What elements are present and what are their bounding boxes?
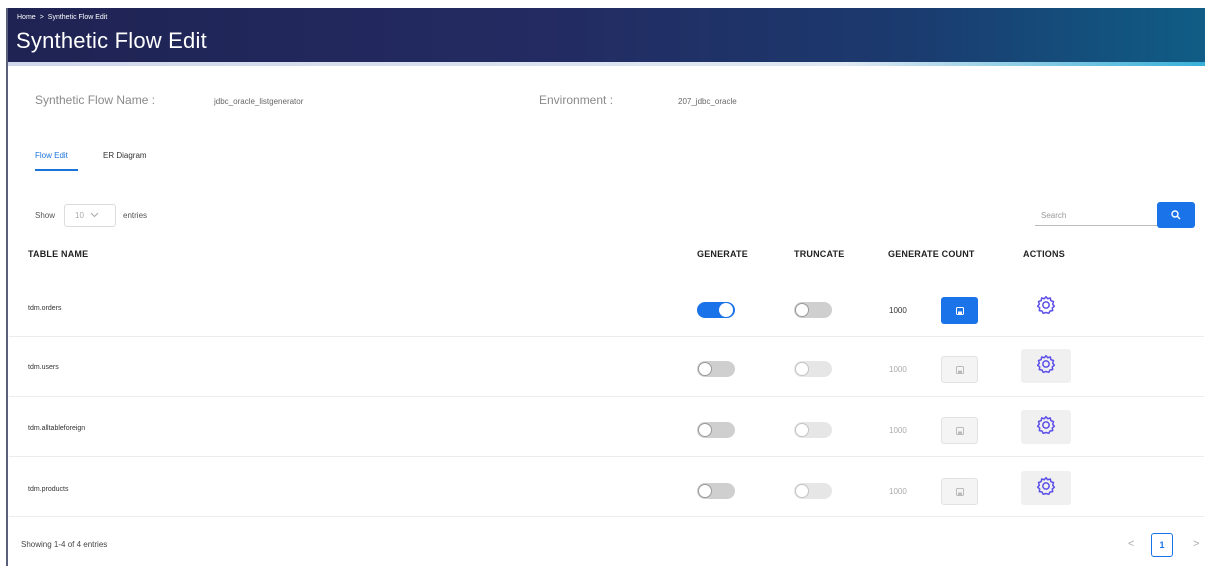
tab-er-diagram[interactable]: ER Diagram (103, 151, 147, 160)
breadcrumb-current: Synthetic Flow Edit (47, 14, 108, 21)
truncate-toggle[interactable] (794, 302, 832, 318)
settings-button[interactable] (1021, 349, 1071, 383)
column-header-table-name: TABLE NAME (28, 249, 89, 259)
gear-icon (1036, 476, 1056, 501)
search-icon (1171, 208, 1181, 223)
search-input[interactable] (1035, 206, 1157, 226)
active-tab-indicator (35, 169, 78, 171)
generate-toggle[interactable] (697, 361, 735, 377)
column-header-truncate: TRUNCATE (794, 249, 845, 259)
save-icon (955, 361, 964, 379)
generate-count-input[interactable] (889, 481, 941, 501)
save-icon (955, 422, 964, 440)
generate-toggle[interactable] (697, 302, 735, 318)
breadcrumb: Home > Synthetic Flow Edit (17, 14, 107, 21)
column-header-generate: GENERATE (697, 249, 748, 259)
table-name-cell: tdm.alltableforeign (28, 425, 86, 432)
table-name-cell: tdm.orders (28, 305, 62, 312)
generate-count-input[interactable] (889, 300, 941, 320)
truncate-toggle[interactable] (794, 422, 832, 438)
environment-label: Environment : (539, 93, 614, 107)
gear-icon (1036, 295, 1056, 320)
save-icon (955, 302, 964, 320)
save-icon (955, 483, 964, 501)
settings-button[interactable] (1021, 410, 1071, 444)
truncate-toggle[interactable] (794, 483, 832, 499)
breadcrumb-separator: > (39, 14, 44, 21)
generate-toggle[interactable] (697, 483, 735, 499)
save-count-button[interactable] (941, 417, 978, 444)
table-name-cell: tdm.products (28, 486, 69, 493)
flow-name-label: Synthetic Flow Name : (35, 93, 156, 107)
table-name-cell: tdm.users (28, 364, 59, 371)
table-row: tdm.users (9, 337, 1204, 397)
search-button[interactable] (1157, 202, 1195, 228)
table-row: tdm.products (9, 457, 1204, 517)
page-size-select[interactable]: 10 (64, 204, 116, 227)
page-size-value: 10 (75, 211, 84, 220)
pagination-prev-button[interactable]: < (1128, 538, 1134, 550)
table-row: tdm.alltableforeign (9, 397, 1204, 457)
chevron-down-icon (90, 211, 99, 220)
save-count-button[interactable] (941, 356, 978, 383)
entries-label: entries (123, 211, 148, 220)
pagination-next-button[interactable]: > (1193, 538, 1199, 550)
tab-flow-edit[interactable]: Flow Edit (35, 151, 68, 160)
generate-toggle[interactable] (697, 422, 735, 438)
truncate-toggle[interactable] (794, 361, 832, 377)
settings-button[interactable] (1021, 471, 1071, 505)
save-count-button[interactable] (941, 297, 978, 324)
save-count-button[interactable] (941, 478, 978, 505)
column-header-generate-count: GENERATE COUNT (888, 249, 975, 259)
column-header-actions: ACTIONS (1023, 249, 1065, 259)
generate-count-input[interactable] (889, 359, 941, 379)
gear-icon (1036, 415, 1056, 440)
page-header: Home > Synthetic Flow Edit Synthetic Flo… (8, 8, 1205, 66)
table-row: tdm.orders (9, 277, 1204, 337)
page-title: Synthetic Flow Edit (16, 28, 207, 53)
breadcrumb-home[interactable]: Home (17, 14, 36, 21)
flow-name-value: jdbc_oracle_listgenerator (214, 97, 304, 106)
show-label: Show (35, 211, 56, 220)
generate-count-input[interactable] (889, 420, 941, 440)
settings-button[interactable] (1021, 290, 1071, 324)
table-summary: Showing 1-4 of 4 entries (21, 540, 108, 549)
environment-value: 207_jdbc_oracle (678, 97, 737, 106)
pagination-page-button[interactable]: 1 (1151, 533, 1173, 557)
gear-icon (1036, 354, 1056, 379)
